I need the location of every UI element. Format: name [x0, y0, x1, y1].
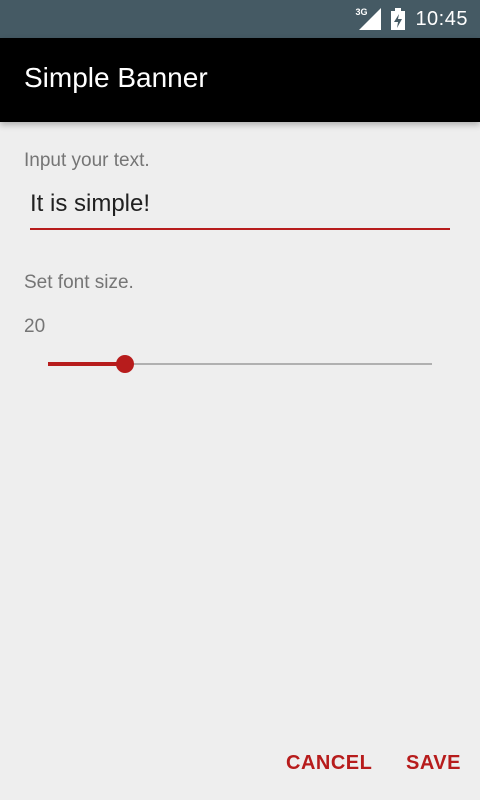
save-button[interactable]: SAVE: [406, 752, 461, 775]
cancel-button[interactable]: CANCEL: [286, 752, 372, 775]
font-size-slider[interactable]: [48, 350, 432, 378]
status-bar: 3G 10:45: [0, 0, 480, 38]
font-size-value: 20: [24, 316, 46, 337]
status-clock: 10:45: [415, 7, 468, 30]
network-type-label: 3G: [355, 7, 368, 17]
banner-text-input[interactable]: [30, 180, 450, 230]
slider-fill: [48, 362, 125, 366]
cellular-signal-icon: 3G: [355, 7, 382, 30]
font-size-label: Set font size.: [24, 272, 134, 293]
app-title: Simple Banner: [24, 62, 208, 93]
text-input-label: Input your text.: [24, 150, 150, 171]
app-bar: Simple Banner: [0, 38, 480, 122]
battery-charging-icon: [391, 8, 406, 30]
status-icons: 3G 10:45: [355, 0, 468, 38]
slider-thumb[interactable]: [115, 355, 134, 373]
